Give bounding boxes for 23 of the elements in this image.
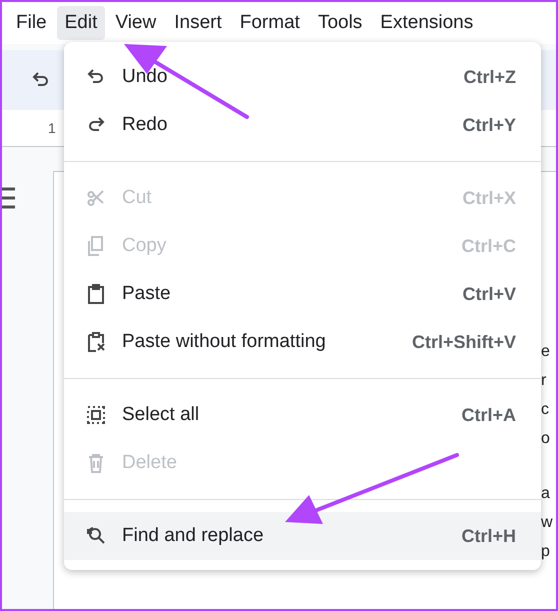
menu-item[interactable]: Select all Ctrl+A <box>64 391 541 439</box>
document-text: a <box>541 484 551 504</box>
menu-item[interactable]: Redo Ctrl+Y <box>64 101 541 149</box>
ruler-number: 1 <box>48 120 56 136</box>
menu-item[interactable]: Paste Ctrl+V <box>64 270 541 318</box>
menu-bar-item[interactable]: Insert <box>166 6 230 40</box>
document-text: w <box>541 513 553 533</box>
menu-item[interactable]: Undo Ctrl+Z <box>64 53 541 101</box>
document-text: r <box>541 371 548 391</box>
menu-bar-item[interactable]: Edit <box>56 6 106 40</box>
menu-item[interactable]: Paste without formatting Ctrl+Shift+V <box>64 318 541 366</box>
menu-bar-item[interactable]: Format <box>232 6 308 40</box>
menu-item[interactable]: Find and replace Ctrl+H <box>64 512 541 560</box>
document-text: p <box>541 542 551 562</box>
document-text: e <box>541 342 551 362</box>
menu-bar-item[interactable]: View <box>107 6 164 40</box>
menu-bar-item[interactable]: Tools <box>310 6 370 40</box>
menu-bar-item[interactable]: Extensions <box>372 6 482 40</box>
document-text: c <box>541 400 550 420</box>
menu-bar-item[interactable]: File <box>8 6 55 40</box>
select-all-icon <box>84 403 108 427</box>
outline-icon[interactable] <box>2 187 16 209</box>
document-text: o <box>541 429 551 449</box>
